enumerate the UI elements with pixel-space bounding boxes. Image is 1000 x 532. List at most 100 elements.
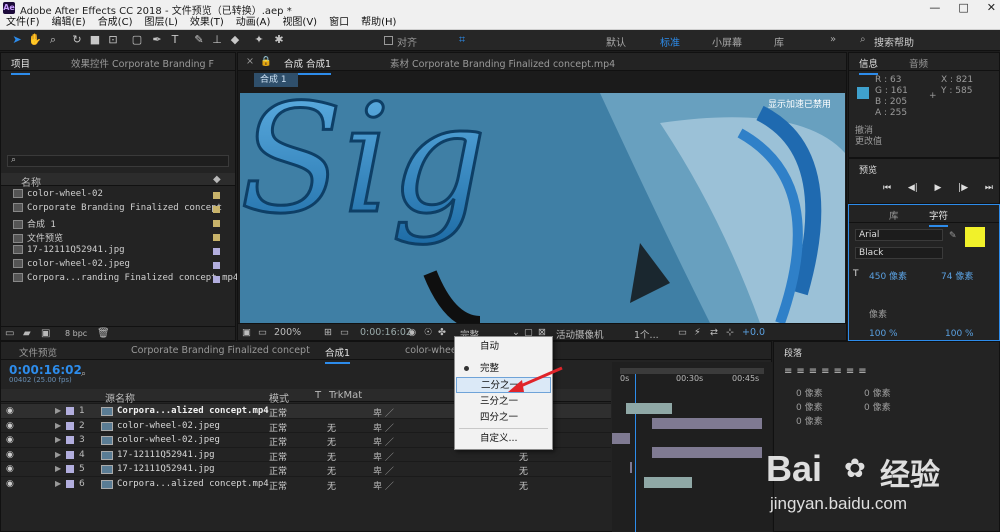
kerning-value[interactable]: 像素 xyxy=(869,307,887,320)
tab-character[interactable]: 字符 xyxy=(929,208,949,227)
layer-bar-5[interactable] xyxy=(630,462,632,473)
monitor-icon[interactable]: ▭ xyxy=(258,327,267,338)
tab-composition[interactable]: 合成 合成1 xyxy=(284,56,332,75)
eye-icon[interactable]: ◉ xyxy=(6,450,14,460)
maximize-button[interactable]: □ xyxy=(958,1,968,14)
horizontal-scale-value[interactable]: 100 % xyxy=(945,329,974,339)
layer-label-color[interactable] xyxy=(66,436,74,445)
zoom-tool-icon[interactable]: ⌕ xyxy=(46,33,60,47)
eye-icon[interactable]: ◉ xyxy=(6,406,14,416)
tab-effect-controls[interactable]: 效果控件 Corporate Branding F xyxy=(71,56,214,70)
menu-composition[interactable]: 合成(C) xyxy=(92,16,139,30)
workspace-library[interactable]: 库 xyxy=(774,34,784,49)
expand-triangle-icon[interactable]: ▶ xyxy=(55,435,61,444)
project-item[interactable]: 合成 1 xyxy=(13,217,220,231)
menu-item-custom[interactable]: 自定义... xyxy=(456,431,551,447)
font-size-value[interactable]: 450 像素 xyxy=(869,269,907,282)
views-dropdown[interactable]: 1个... xyxy=(634,327,659,341)
next-frame-button[interactable]: |▶ xyxy=(958,183,968,193)
layer-label-color[interactable] xyxy=(66,421,74,430)
layer-name[interactable]: color-wheel-02.jpeg xyxy=(117,435,220,445)
workspace-standard[interactable]: 标准 xyxy=(660,34,680,49)
menu-view[interactable]: 视图(V) xyxy=(276,16,323,30)
last-frame-button[interactable]: ⏭ xyxy=(985,183,993,193)
label-color-swatch[interactable] xyxy=(213,234,220,241)
space-before-value[interactable]: 0 像素 xyxy=(796,400,823,413)
menu-item-quarter[interactable]: 四分之一 xyxy=(456,410,551,426)
search-help-input[interactable]: 搜索帮助 xyxy=(874,34,914,49)
close-tab-icon[interactable]: × xyxy=(246,56,254,67)
workspace-menu-icon[interactable]: » xyxy=(830,34,836,45)
project-item[interactable]: 文件预览 xyxy=(13,231,220,245)
layer-name[interactable]: Corpora...alized concept.mp4 xyxy=(117,406,269,416)
selection-tool-icon[interactable]: ➤ xyxy=(10,33,24,47)
menu-animation[interactable]: 动画(A) xyxy=(230,16,277,30)
indent-left-value[interactable]: 0 像素 xyxy=(796,386,823,399)
indent-right-value[interactable]: 0 像素 xyxy=(864,386,891,399)
layer-bar-2[interactable] xyxy=(652,418,762,429)
menu-layer[interactable]: 图层(L) xyxy=(138,16,183,30)
layer-mode-dropdown[interactable]: 正常 xyxy=(269,479,307,492)
timeline-tab-file-preview[interactable]: 文件预览 xyxy=(19,345,57,359)
align-buttons[interactable]: ≡≡≡≡≡≡≡ xyxy=(784,366,871,377)
layer-row[interactable]: ◉ ▶ 6 Corpora...alized concept.mp4 正常无卑 ／无 xyxy=(1,476,611,492)
menu-item-third[interactable]: 三分之一 xyxy=(456,394,551,410)
layer-label-color[interactable] xyxy=(66,465,74,474)
project-item[interactable]: Corpora...randing Finalized concept.mp4 xyxy=(13,273,238,287)
first-line-value[interactable]: 0 像素 xyxy=(796,414,823,427)
fast-preview-icon[interactable]: ⚡ xyxy=(694,327,701,338)
name-column-header[interactable]: 名称 xyxy=(21,174,41,189)
exposure-value[interactable]: +0.0 xyxy=(742,327,765,338)
layer-switches[interactable]: 卑 ／ xyxy=(373,479,394,492)
expand-triangle-icon[interactable]: ▶ xyxy=(55,479,61,488)
trkmat-header[interactable]: TrkMat xyxy=(329,390,362,401)
new-folder-icon[interactable]: ▰ xyxy=(23,328,31,339)
expand-triangle-icon[interactable]: ▶ xyxy=(55,406,61,415)
hand-tool-icon[interactable]: ✋ xyxy=(28,33,42,47)
rectangle-tool-icon[interactable]: ▢ xyxy=(130,33,144,47)
timeline-track-area[interactable]: 0s 00:30s 00:45s xyxy=(612,362,772,532)
project-item[interactable]: color-wheel-02 xyxy=(13,189,220,203)
tab-footage[interactable]: 素材 Corporate Branding Finalized concept.… xyxy=(390,56,615,70)
font-style-dropdown[interactable]: Black xyxy=(855,247,943,259)
type-tool-icon[interactable]: T xyxy=(168,33,182,47)
layer-label-color[interactable] xyxy=(66,407,74,415)
tab-info[interactable]: 信息 xyxy=(859,56,879,75)
camera-dropdown[interactable]: 活动摄像机 xyxy=(556,327,604,341)
layer-name[interactable]: 17-12111Q52941.jpg xyxy=(117,464,215,474)
menu-file[interactable]: 文件(F) xyxy=(0,16,46,30)
snap-icon[interactable]: ⌗ xyxy=(455,33,469,47)
timeline-icon[interactable]: ⇄ xyxy=(710,327,718,338)
safe-zones-icon[interactable]: ⊞ xyxy=(324,327,332,338)
trash-icon[interactable]: 🗑 xyxy=(97,328,110,339)
tab-library[interactable]: 库 xyxy=(889,208,899,222)
layer-label-color[interactable] xyxy=(66,450,74,459)
new-composition-icon[interactable]: ▣ xyxy=(41,328,50,339)
tab-project[interactable]: 项目 xyxy=(11,56,31,75)
label-color-swatch[interactable] xyxy=(213,220,220,227)
fill-color-swatch[interactable] xyxy=(965,227,985,247)
layer-row[interactable]: ◉ ▶ 5 17-12111Q52941.jpg 正常无卑 ／无 xyxy=(1,461,611,477)
layer-name[interactable]: color-wheel-02.jpeg xyxy=(117,421,220,431)
project-item[interactable]: color-wheel-02.jpeg xyxy=(13,259,220,273)
always-preview-icon[interactable]: ▣ xyxy=(242,327,251,338)
layer-name[interactable]: 17-12111Q52941.jpg xyxy=(117,450,215,460)
layer-bar-4[interactable] xyxy=(652,447,762,458)
viewer-canvas[interactable]: Sig 显示加速已禁用 xyxy=(240,93,845,323)
menu-window[interactable]: 窗口 xyxy=(323,16,355,30)
t-header[interactable]: T xyxy=(315,390,321,401)
menu-edit[interactable]: 编辑(E) xyxy=(46,16,92,30)
eye-icon[interactable]: ◉ xyxy=(6,421,14,431)
layer-parent-dropdown[interactable]: 无 xyxy=(519,479,528,492)
timeline-search-icon[interactable]: ⌕ xyxy=(81,369,86,379)
workspace-small-screen[interactable]: 小屏幕 xyxy=(712,34,742,49)
workspace-default[interactable]: 默认 xyxy=(606,34,626,49)
brush-tool-icon[interactable]: ✎ xyxy=(192,33,206,47)
layer-bar-1[interactable] xyxy=(626,403,672,414)
lock-icon[interactable]: 🔒 xyxy=(260,56,272,67)
play-button[interactable]: ▶ xyxy=(935,183,942,193)
show-snapshot-icon[interactable]: ☉ xyxy=(424,327,433,338)
timeline-timecode[interactable]: 0:00:16:02 xyxy=(9,363,82,377)
first-frame-button[interactable]: ⏮ xyxy=(883,183,891,193)
pen-tool-icon[interactable]: ✒ xyxy=(150,33,164,47)
